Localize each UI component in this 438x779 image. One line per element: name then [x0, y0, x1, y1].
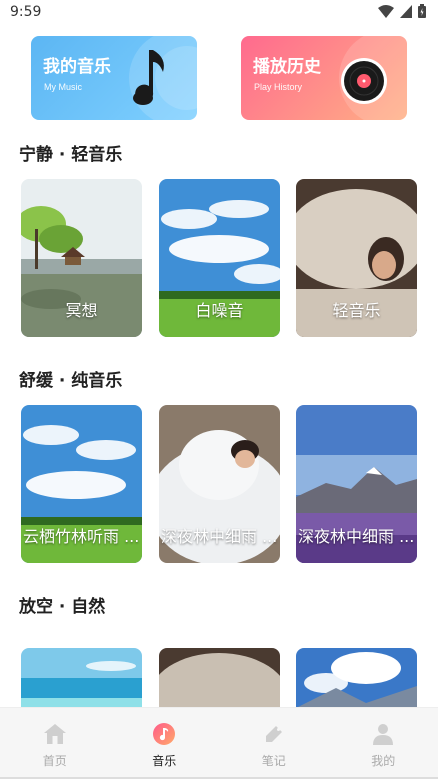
- section-title-quiet: 宁静 · 轻音乐: [19, 145, 123, 165]
- signal-icon: [400, 4, 412, 18]
- my-music-card[interactable]: 我的音乐 My Music: [31, 36, 197, 120]
- tile-bamboo-rain[interactable]: 云栖竹林听雨 ...: [21, 405, 142, 563]
- my-music-subtitle: My Music: [44, 82, 82, 92]
- tile-label: 轻音乐: [332, 301, 381, 320]
- nav-home[interactable]: 首页: [0, 708, 110, 779]
- tile-night-forest-rain-1[interactable]: 深夜林中细雨 ...: [159, 405, 280, 563]
- my-music-title: 我的音乐: [43, 57, 111, 77]
- tile-night-forest-rain-2[interactable]: 深夜林中细雨 ...: [296, 405, 417, 563]
- status-icons: [378, 4, 426, 18]
- wifi-icon: [378, 4, 394, 18]
- tile-meditation[interactable]: 冥想: [21, 179, 142, 337]
- nav-music[interactable]: 音乐: [110, 708, 220, 779]
- note-icon: [265, 726, 282, 742]
- tile-label: 深夜林中细雨 ...: [161, 527, 278, 546]
- music-icon: [153, 723, 176, 745]
- nav-profile[interactable]: 我的: [329, 708, 438, 779]
- nav-notes[interactable]: 笔记: [219, 708, 329, 779]
- tile-white-noise[interactable]: 白噪音: [159, 179, 280, 337]
- tile-light-music[interactable]: 轻音乐: [296, 179, 417, 337]
- play-history-card[interactable]: 播放历史 Play History: [241, 36, 407, 120]
- battery-icon: [418, 4, 426, 18]
- status-time: 9:59: [10, 4, 42, 20]
- nav-notes-label: 笔记: [261, 754, 286, 768]
- tile-label: 白噪音: [195, 301, 244, 320]
- tile-label: 深夜林中细雨 ...: [298, 527, 415, 546]
- play-history-title: 播放历史: [253, 57, 321, 77]
- profile-icon: [373, 724, 394, 745]
- nav-home-label: 首页: [42, 754, 67, 768]
- music-note-icon: [129, 36, 197, 120]
- play-history-subtitle: Play History: [254, 82, 303, 92]
- nav-music-label: 音乐: [152, 754, 177, 768]
- tile-label: 云栖竹林听雨 ...: [23, 527, 140, 546]
- section-title-soothing: 舒缓 · 纯音乐: [19, 371, 123, 391]
- tile-label: 冥想: [65, 301, 98, 320]
- vinyl-record-icon: [339, 36, 407, 120]
- status-bar: 9:59: [0, 0, 438, 26]
- home-icon: [43, 724, 66, 744]
- bottom-nav: 首页 音乐 笔记 我的: [0, 707, 438, 779]
- nav-profile-label: 我的: [371, 754, 396, 768]
- section-title-nature: 放空 · 自然: [19, 597, 106, 617]
